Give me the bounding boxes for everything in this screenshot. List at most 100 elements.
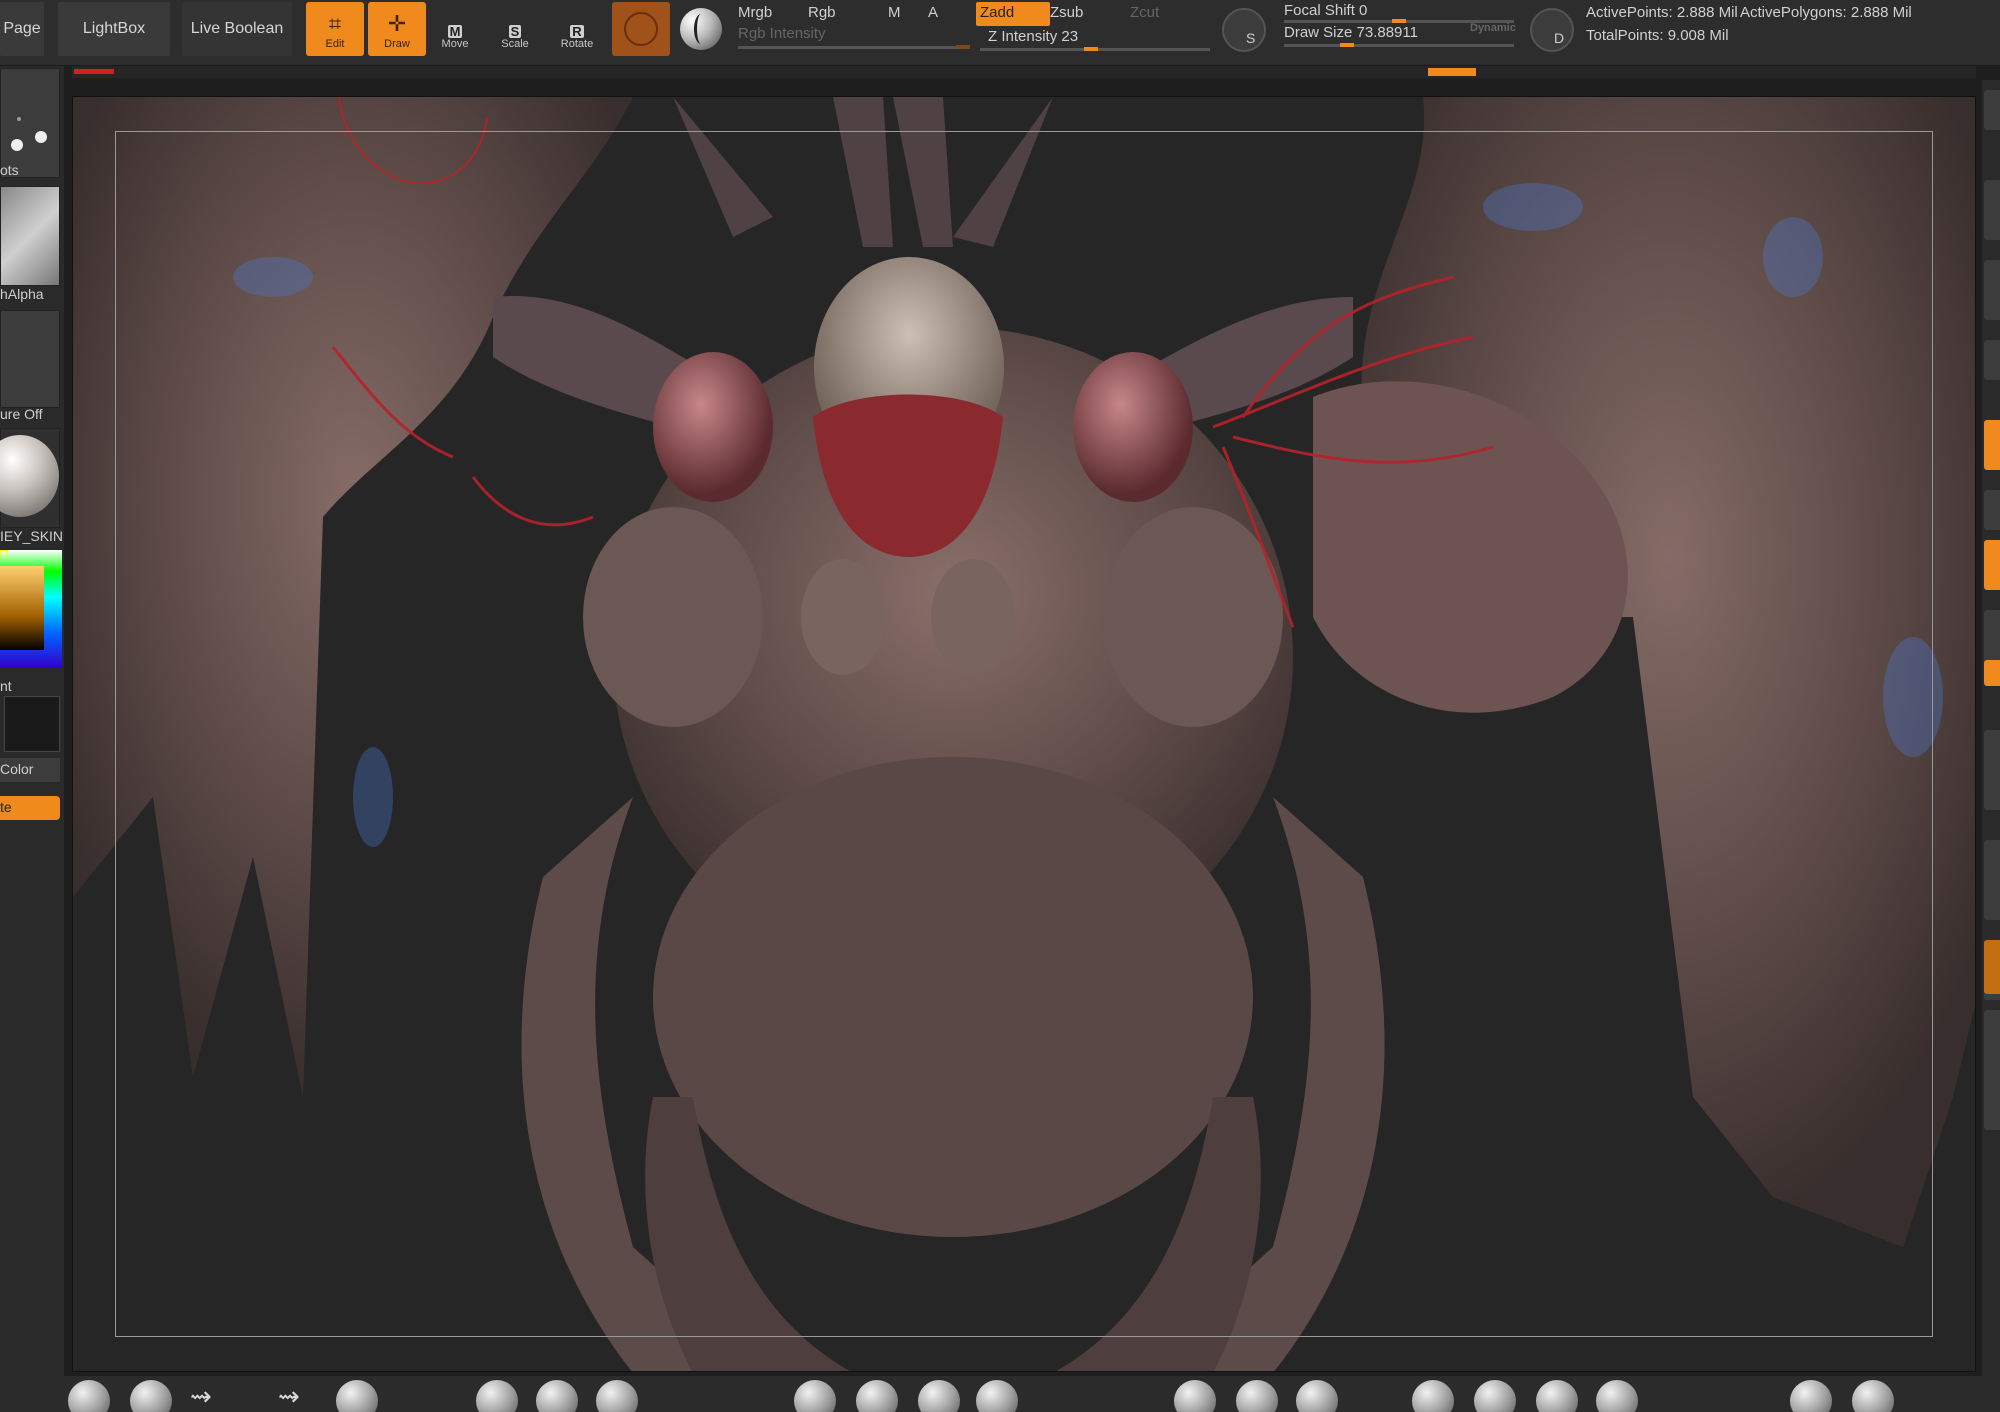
- brush-d-button[interactable]: D: [1530, 8, 1574, 52]
- right-shelf-button-active[interactable]: [1984, 420, 2000, 470]
- right-shelf-button[interactable]: [1984, 490, 2000, 530]
- right-shelf-button[interactable]: [1984, 1010, 2000, 1130]
- right-shelf-button-active[interactable]: [1984, 540, 2000, 590]
- gradient-label: nt: [0, 678, 12, 694]
- mask-brush-icon[interactable]: [1296, 1380, 1338, 1412]
- move-icon: M: [447, 24, 463, 39]
- smooth-brush-icon[interactable]: [918, 1380, 960, 1412]
- live-boolean-button[interactable]: Live Boolean: [182, 2, 292, 56]
- orange-action-button[interactable]: te: [0, 796, 60, 820]
- brush-d-icon: D: [1554, 30, 1565, 46]
- draw-size-knob[interactable]: [1340, 43, 1354, 47]
- move-tool-button[interactable]: M Move: [426, 2, 484, 56]
- scale-tool-button[interactable]: S Scale: [486, 2, 544, 56]
- focal-shift-knob[interactable]: [1392, 19, 1406, 23]
- hpolish-brush-icon[interactable]: [976, 1380, 1018, 1412]
- claytubes-brush-icon[interactable]: [1474, 1380, 1516, 1412]
- edit-tool-label: Edit: [325, 38, 345, 50]
- right-shelf-button[interactable]: [1984, 730, 2000, 810]
- dynamic-toggle[interactable]: Dynamic: [1470, 22, 1516, 34]
- damstandard-brush-icon[interactable]: [476, 1380, 518, 1412]
- color-picker-hue[interactable]: [0, 550, 62, 668]
- stroke-swirl-icon: [694, 14, 708, 44]
- document-frame: [115, 131, 1933, 1337]
- right-shelf-button[interactable]: [1984, 340, 2000, 380]
- rgb-toggle[interactable]: Rgb: [808, 4, 836, 21]
- timeline-strip[interactable]: [72, 66, 1976, 78]
- scale-tool-label: Scale: [501, 38, 529, 50]
- material-thumbnail[interactable]: [0, 428, 60, 528]
- canvas-viewport[interactable]: [72, 96, 1976, 1372]
- zcut-toggle[interactable]: Zcut: [1130, 4, 1159, 21]
- material-swatch-button[interactable]: [612, 2, 670, 56]
- secondary-color-swatch[interactable]: [4, 696, 60, 752]
- right-shelf-button[interactable]: [1984, 180, 2000, 240]
- clay-brush-icon[interactable]: [68, 1380, 110, 1412]
- left-shelf: ots hAlpha ure Off IEY_SKIN nt Color te: [0, 66, 64, 1376]
- lightbox-button[interactable]: LightBox: [58, 2, 170, 56]
- lightbox-button-label: LightBox: [82, 20, 146, 37]
- draw-icon: ✛: [387, 12, 407, 37]
- m-toggle[interactable]: M: [888, 4, 901, 21]
- orb-brush-icon[interactable]: [1596, 1380, 1638, 1412]
- z-intensity-slider[interactable]: Z Intensity 23: [988, 28, 1078, 45]
- zadd-toggle[interactable]: Zadd: [976, 2, 1050, 26]
- color-label: Color: [0, 761, 34, 777]
- rotate-tool-label: Rotate: [560, 38, 594, 50]
- zsub-toggle[interactable]: Zsub: [1050, 4, 1083, 21]
- timeline-cursor[interactable]: [1428, 68, 1476, 76]
- right-shelf-button[interactable]: [1984, 90, 2000, 130]
- bottom-brush-shelf: ⇝ ⇝: [0, 1376, 2000, 1412]
- rotate-tool-button[interactable]: R Rotate: [548, 2, 606, 56]
- edit-tool-button[interactable]: ⌗ Edit: [306, 2, 364, 56]
- dot-icon: [11, 139, 23, 151]
- pinch-brush-icon[interactable]: [536, 1380, 578, 1412]
- rgb-intensity-track[interactable]: [738, 46, 970, 49]
- dot-icon: [17, 117, 21, 121]
- rgb-intensity-knob[interactable]: [956, 45, 970, 49]
- z-intensity-knob[interactable]: [1084, 47, 1098, 51]
- draw-tool-label: Draw: [384, 38, 410, 50]
- dynamesh-brush-icon[interactable]: [596, 1380, 638, 1412]
- color-picker-cursor[interactable]: [0, 550, 8, 558]
- draw-size-slider[interactable]: Draw Size 73.88911: [1284, 24, 1418, 41]
- curve-tube-brush-icon[interactable]: ⇝: [278, 1382, 300, 1412]
- curve-brush-icon[interactable]: ⇝: [190, 1382, 212, 1412]
- inflate-brush-icon[interactable]: [794, 1380, 836, 1412]
- color-picker-saturation[interactable]: [0, 566, 44, 650]
- rgb-intensity-slider[interactable]: Rgb Intensity: [738, 25, 826, 42]
- right-shelf-button[interactable]: [1984, 260, 2000, 320]
- page-button[interactable]: Page: [0, 2, 44, 56]
- mrgb-toggle[interactable]: Mrgb: [738, 4, 772, 21]
- texture-thumbnail[interactable]: [0, 310, 60, 408]
- a-toggle[interactable]: A: [928, 4, 938, 21]
- right-shelf-button-active[interactable]: [1984, 660, 2000, 686]
- dot-icon: [35, 131, 47, 143]
- move-tool-label: Move: [441, 38, 469, 50]
- focal-shift-slider[interactable]: Focal Shift 0: [1284, 2, 1367, 19]
- right-shelf-button-active[interactable]: [1984, 940, 2000, 994]
- chisel-brush-icon[interactable]: [1852, 1380, 1894, 1412]
- dam-brush-icon[interactable]: [1536, 1380, 1578, 1412]
- material-sphere-icon: [624, 12, 658, 46]
- standard-brush-icon[interactable]: [130, 1380, 172, 1412]
- material-sphere-icon: [0, 435, 59, 517]
- stroke-label: ots: [0, 162, 19, 178]
- snake-brush-icon[interactable]: [1790, 1380, 1832, 1412]
- alpha-thumbnail[interactable]: [0, 186, 60, 286]
- flatten-brush-icon[interactable]: [1174, 1380, 1216, 1412]
- switch-color-button[interactable]: Color: [0, 758, 60, 782]
- alpha-label: hAlpha: [0, 286, 44, 302]
- orange-action-label: te: [0, 799, 12, 815]
- right-shelf-button[interactable]: [1984, 840, 2000, 920]
- zadd-label: Zadd: [980, 4, 1015, 21]
- draw-tool-button[interactable]: ✛ Draw: [368, 2, 426, 56]
- brush-s-button[interactable]: S: [1222, 8, 1266, 52]
- trim-brush-icon[interactable]: [856, 1380, 898, 1412]
- move-brush-icon[interactable]: [336, 1380, 378, 1412]
- stroke-sphere-icon[interactable]: [680, 8, 722, 50]
- draw-size-track[interactable]: [1284, 44, 1514, 47]
- planar-brush-icon[interactable]: [1236, 1380, 1278, 1412]
- timeline-start-marker: [74, 69, 114, 74]
- slash-brush-icon[interactable]: [1412, 1380, 1454, 1412]
